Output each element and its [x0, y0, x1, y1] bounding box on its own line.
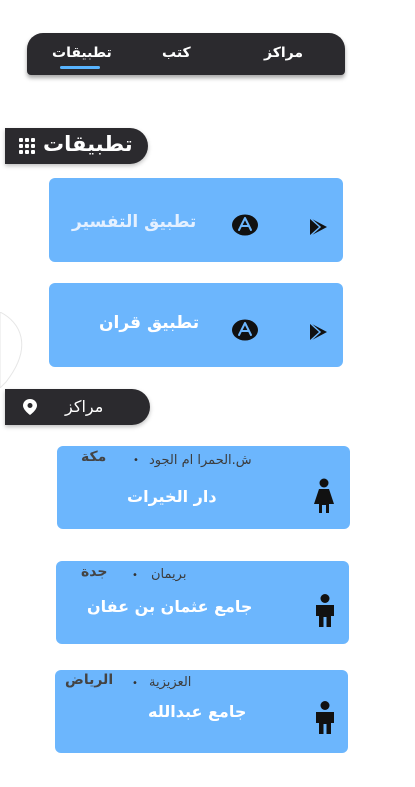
apps-section-header: تطبيقات — [5, 128, 148, 164]
center-name: دار الخيرات — [127, 487, 217, 506]
appstore-icon[interactable] — [232, 319, 258, 341]
app-name: تطبيق قران — [99, 313, 200, 333]
center-address: العزيزية — [149, 675, 192, 690]
center-city: الرياض — [65, 672, 114, 688]
center-city: مكة — [81, 449, 107, 465]
google-play-icon[interactable] — [307, 321, 329, 343]
tab-centers[interactable]: مراكز — [264, 45, 303, 61]
tab-apps[interactable]: تطبيقات — [52, 45, 112, 61]
separator-dot: • — [132, 678, 138, 689]
female-person-icon — [314, 478, 334, 513]
separator-dot: • — [133, 455, 139, 466]
centers-section-title: مراكز — [65, 397, 104, 416]
male-person-icon — [316, 594, 334, 627]
center-card[interactable]: الرياض • العزيزية جامع عبدالله — [55, 670, 348, 753]
top-tab-bar: مراكز كتب تطبيقات — [27, 33, 345, 75]
center-name: جامع عثمان بن عفان — [87, 597, 253, 616]
center-address: بريمان — [151, 567, 187, 582]
app-name: تطبيق التفسير — [72, 212, 197, 232]
center-card[interactable]: جدة • بريمان جامع عثمان بن عفان — [56, 561, 349, 644]
edge-decoration — [0, 312, 23, 388]
center-name: جامع عبدالله — [148, 702, 247, 721]
center-city: جدة — [81, 564, 108, 580]
centers-section-header: مراكز — [5, 389, 150, 425]
app-card-tafsir[interactable]: تطبيق التفسير — [49, 178, 343, 262]
appstore-icon[interactable] — [232, 214, 258, 236]
tab-books[interactable]: كتب — [162, 45, 191, 61]
app-card-quran[interactable]: تطبيق قران — [49, 283, 343, 367]
center-address: ش.الحمرا ام الجود — [149, 453, 252, 468]
apps-section-title: تطبيقات — [43, 132, 133, 156]
separator-dot: • — [132, 570, 138, 581]
grid-icon — [19, 138, 35, 154]
location-pin-icon — [23, 399, 37, 415]
male-person-icon — [316, 701, 334, 734]
center-card[interactable]: مكة • ش.الحمرا ام الجود دار الخيرات — [57, 446, 350, 529]
google-play-icon[interactable] — [307, 216, 329, 238]
active-tab-indicator — [60, 66, 100, 69]
